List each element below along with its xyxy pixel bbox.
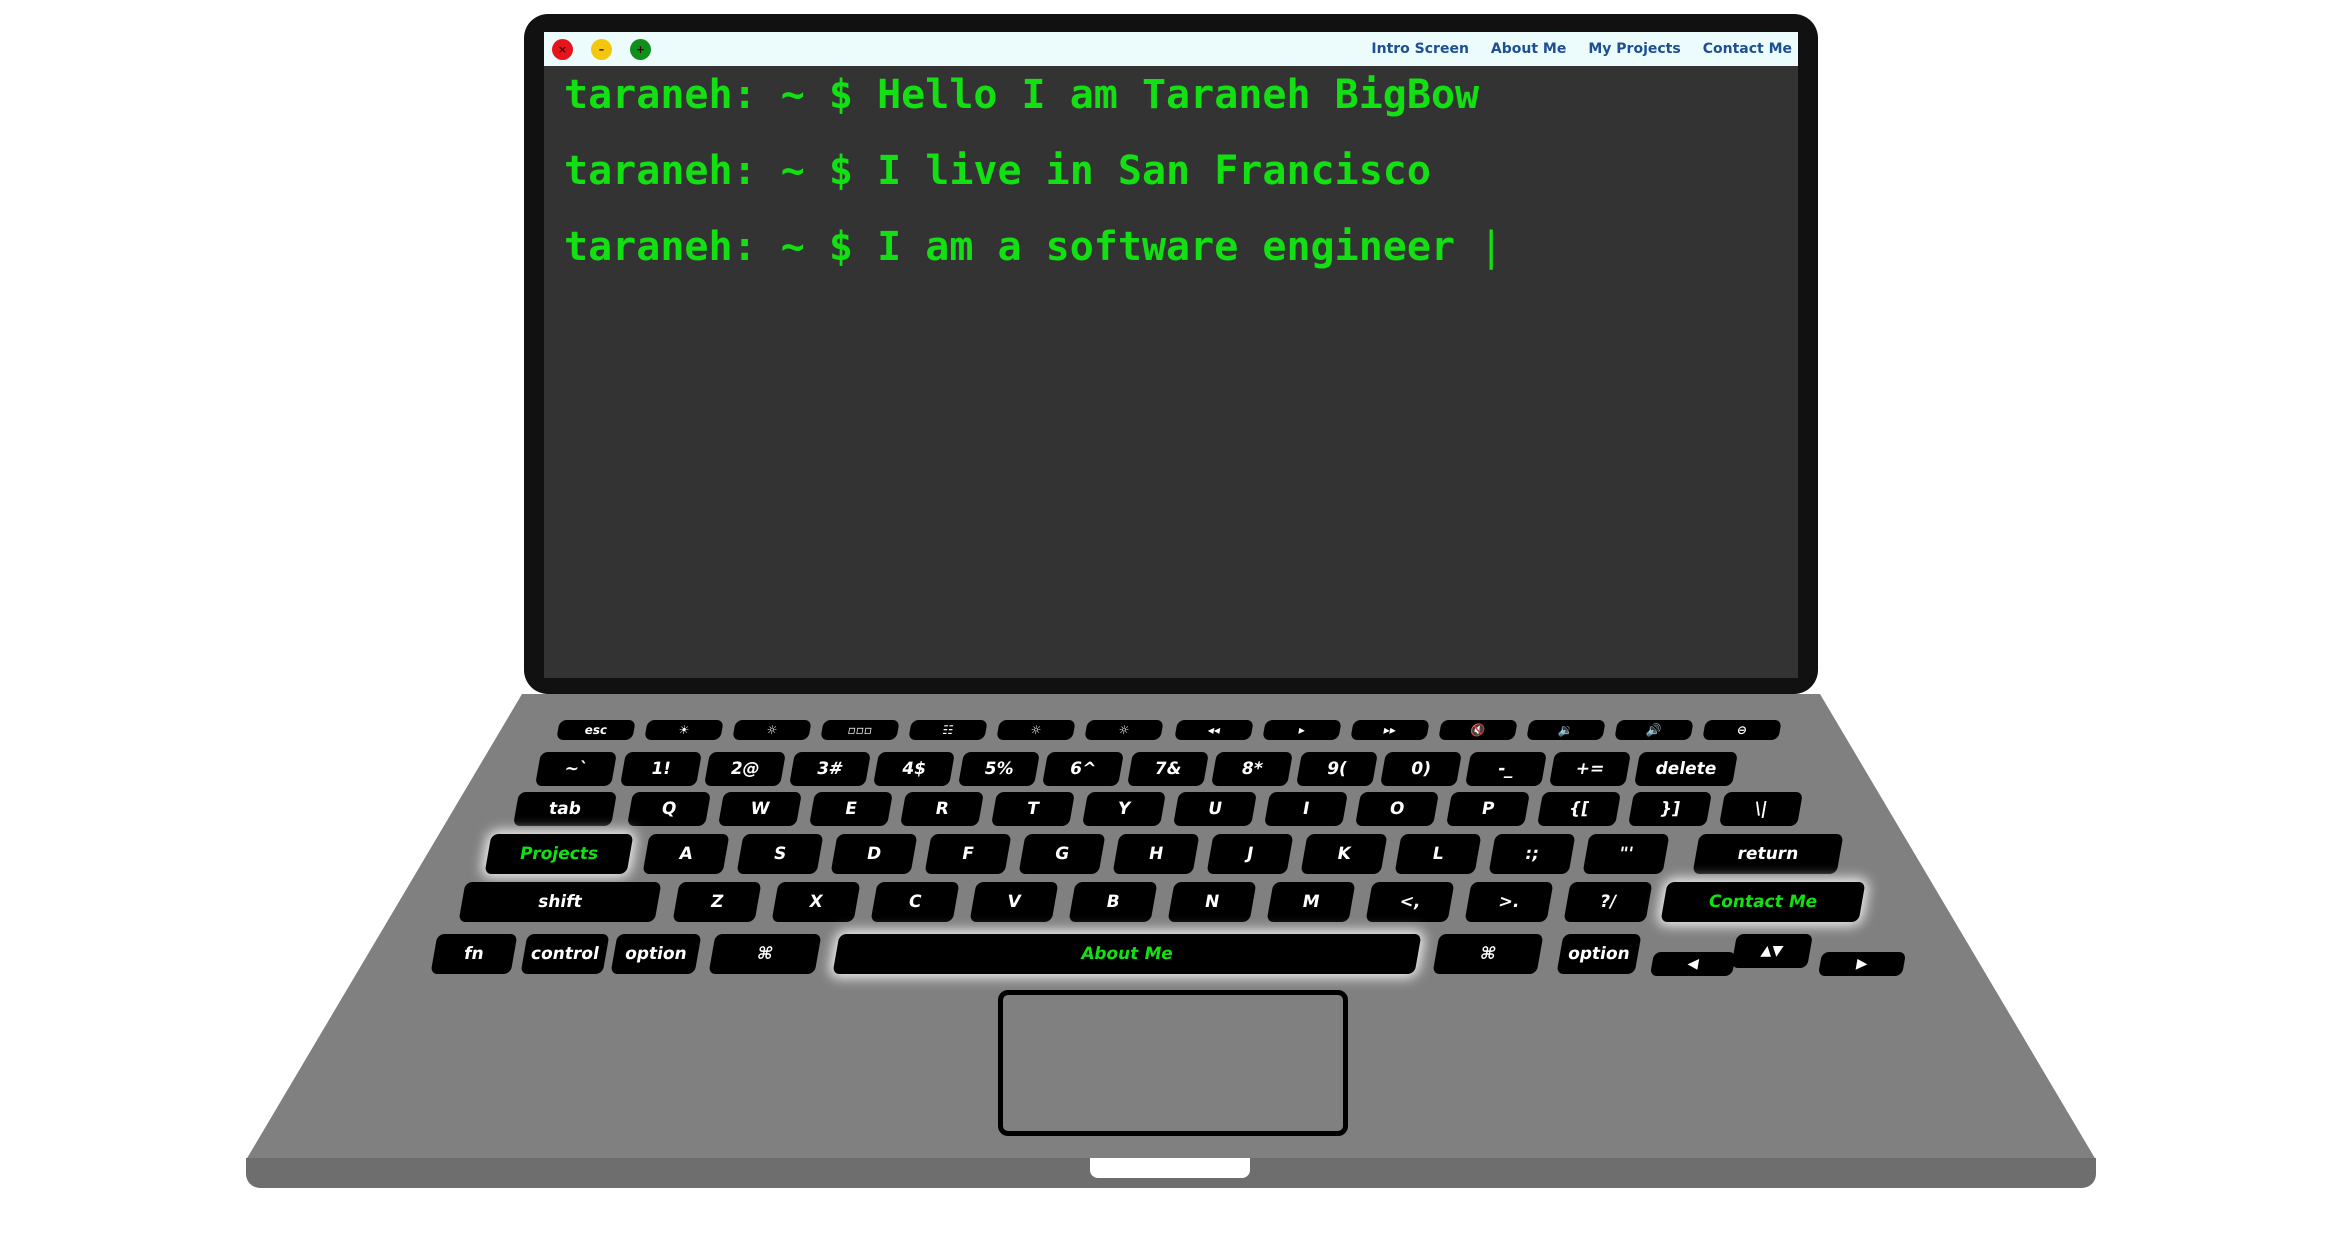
key-fn-7[interactable]: ◂◂ — [1174, 720, 1254, 740]
key-symbol-9[interactable]: >. — [1464, 882, 1554, 922]
key-fn-12[interactable]: 🔊 — [1614, 720, 1694, 740]
key-g-5[interactable]: G — [1018, 834, 1106, 874]
key-o-9[interactable]: O — [1355, 792, 1439, 826]
maximize-button[interactable]: + — [630, 39, 651, 60]
key-fn-6[interactable]: ☼ — [1084, 720, 1164, 740]
key-a-1[interactable]: A — [642, 834, 730, 874]
key-8-8[interactable]: 8* — [1211, 752, 1293, 786]
key-symbol-11[interactable]: {[ — [1537, 792, 1621, 826]
key-t-5[interactable]: T — [991, 792, 1075, 826]
key-l-9[interactable]: L — [1394, 834, 1482, 874]
key-4-4[interactable]: 4$ — [873, 752, 955, 786]
arrow-up-down-key[interactable]: ▲▼ — [1731, 934, 1813, 968]
key-x-2[interactable]: X — [771, 882, 861, 922]
key-tab-0[interactable]: tab — [513, 792, 617, 826]
key-fn-5[interactable]: ☼ — [996, 720, 1076, 740]
key-r-4[interactable]: R — [900, 792, 984, 826]
key-i-8[interactable]: I — [1264, 792, 1348, 826]
terminal-line: taraneh: ~ $ I live in San Francisco — [564, 148, 1431, 194]
key-symbol-3[interactable]: ⌘ — [708, 934, 822, 974]
key-fn-1[interactable]: ☀ — [644, 720, 724, 740]
key-fn-4[interactable]: ☷ — [908, 720, 988, 740]
key-s-2[interactable]: S — [736, 834, 824, 874]
key-h-6[interactable]: H — [1112, 834, 1200, 874]
terminal-output: taraneh: ~ $ Hello I am Taraneh BigBow t… — [564, 72, 1503, 300]
nav-my-projects[interactable]: My Projects — [1588, 41, 1680, 57]
key-fn-0[interactable]: fn — [430, 934, 518, 974]
key-delete-13[interactable]: delete — [1633, 752, 1738, 786]
key-control-1[interactable]: control — [520, 934, 610, 974]
key-2-2[interactable]: 2@ — [704, 752, 786, 786]
contact-me-key[interactable]: Contact Me — [1660, 882, 1866, 922]
key-fn-2[interactable]: ☼ — [732, 720, 812, 740]
minimize-button[interactable]: – — [591, 39, 612, 60]
terminal-line: taraneh: ~ $ I am a software engineer | — [564, 224, 1503, 270]
key-j-7[interactable]: J — [1206, 834, 1294, 874]
key-symbol-5[interactable]: ⌘ — [1432, 934, 1544, 974]
terminal-line-text: taraneh: ~ $ I am a software engineer — [564, 224, 1456, 270]
arrow-right-key[interactable]: ▶ — [1817, 952, 1907, 976]
key-v-4[interactable]: V — [969, 882, 1059, 922]
key-y-6[interactable]: Y — [1082, 792, 1166, 826]
key-symbol-12[interactable]: }] — [1628, 792, 1712, 826]
key-n-6[interactable]: N — [1167, 882, 1257, 922]
key-w-2[interactable]: W — [718, 792, 802, 826]
key-b-5[interactable]: B — [1068, 882, 1158, 922]
key-m-7[interactable]: M — [1266, 882, 1356, 922]
key-fn-9[interactable]: ▸▸ — [1350, 720, 1430, 740]
key-9-9[interactable]: 9( — [1295, 752, 1378, 786]
close-button[interactable]: × — [552, 39, 573, 60]
key-symbol-10[interactable]: :; — [1488, 834, 1576, 874]
nav-contact-me[interactable]: Contact Me — [1703, 41, 1792, 57]
key-symbol-10[interactable]: ?/ — [1563, 882, 1653, 922]
key-option-2[interactable]: option — [610, 934, 702, 974]
key-fn-3[interactable]: ▫▫▫ — [820, 720, 900, 740]
projects-key[interactable]: Projects — [484, 834, 634, 874]
top-nav: Intro Screen About Me My Projects Contac… — [1371, 41, 1792, 57]
terminal-line: taraneh: ~ $ Hello I am Taraneh BigBow — [564, 72, 1480, 118]
text-cursor: | — [1479, 224, 1504, 270]
key-fn-8[interactable]: ▸ — [1262, 720, 1342, 740]
key-symbol-11[interactable]: -_ — [1464, 752, 1547, 786]
key-symbol-11[interactable]: "' — [1582, 834, 1670, 874]
trackpad[interactable] — [998, 990, 1348, 1136]
key-fn-10[interactable]: 🔇 — [1438, 720, 1518, 740]
key-symbol-12[interactable]: += — [1549, 752, 1631, 786]
about-me-key[interactable]: About Me — [832, 934, 1422, 974]
key-6-6[interactable]: 6^ — [1042, 752, 1124, 786]
key-u-7[interactable]: U — [1173, 792, 1257, 826]
key-return-12[interactable]: return — [1692, 834, 1844, 874]
key-1-1[interactable]: 1! — [619, 752, 702, 786]
key-shift-0[interactable]: shift — [458, 882, 662, 922]
key-symbol-13[interactable]: \| — [1719, 792, 1803, 826]
key-fn-11[interactable]: 🔉 — [1526, 720, 1606, 740]
key-p-10[interactable]: P — [1446, 792, 1530, 826]
key-0-10[interactable]: 0) — [1380, 752, 1462, 786]
nav-intro-screen[interactable]: Intro Screen — [1371, 41, 1469, 57]
key-symbol-8[interactable]: <, — [1365, 882, 1455, 922]
key-q-1[interactable]: Q — [627, 792, 711, 826]
key-option-6[interactable]: option — [1556, 934, 1642, 974]
nav-about-me[interactable]: About Me — [1491, 41, 1566, 57]
key-5-5[interactable]: 5% — [957, 752, 1040, 786]
key-7-7[interactable]: 7& — [1126, 752, 1209, 786]
lid-notch — [1090, 1158, 1250, 1178]
arrow-left-key[interactable]: ◀ — [1649, 952, 1737, 976]
key-e-3[interactable]: E — [809, 792, 893, 826]
key-f-4[interactable]: F — [924, 834, 1012, 874]
title-bar: × – + Intro Screen About Me My Projects … — [544, 32, 1798, 66]
key-fn-13[interactable]: ⊖ — [1702, 720, 1782, 740]
key-3-3[interactable]: 3# — [788, 752, 871, 786]
key-k-8[interactable]: K — [1300, 834, 1388, 874]
key-d-3[interactable]: D — [830, 834, 918, 874]
key-c-3[interactable]: C — [870, 882, 960, 922]
key-fn-0[interactable]: esc — [556, 720, 636, 740]
terminal-window: × – + Intro Screen About Me My Projects … — [544, 32, 1798, 678]
key-symbol-0[interactable]: ~` — [535, 752, 617, 786]
key-z-1[interactable]: Z — [672, 882, 762, 922]
